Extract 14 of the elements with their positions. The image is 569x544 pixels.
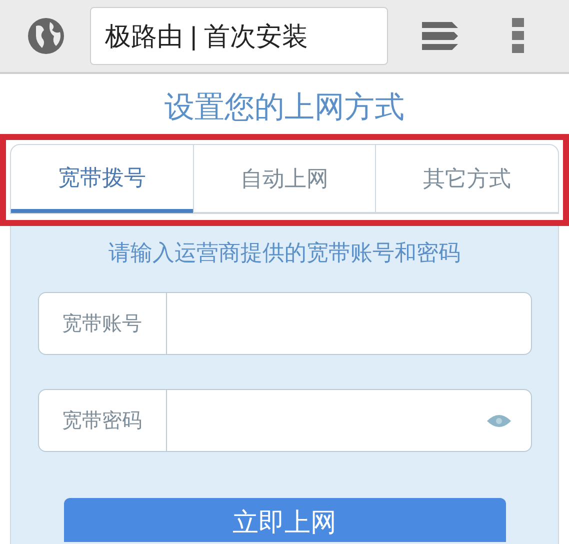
field-label: 宽带账号: [61, 312, 143, 336]
tab[interactable]: 自动上网: [192, 145, 376, 213]
instruction-text: 请输入运营商提供的宽带账号和密码: [108, 239, 460, 267]
address-field[interactable]: 极路由 | 首次安装: [90, 7, 388, 65]
password-field[interactable]: 宽带密码: [38, 389, 532, 452]
page-title: 设置您的上网方式: [164, 90, 404, 126]
field-label: 宽带密码: [61, 408, 143, 434]
stack-icon[interactable]: [420, 20, 460, 52]
more-icon[interactable]: [512, 18, 524, 54]
globe-icon[interactable]: [26, 16, 66, 56]
account-field[interactable]: 宽带账号: [38, 292, 532, 355]
tab[interactable]: 宽带拨号: [11, 145, 193, 213]
submit-button[interactable]: 立即上网: [64, 498, 506, 542]
tab[interactable]: 其它方式: [375, 145, 558, 213]
